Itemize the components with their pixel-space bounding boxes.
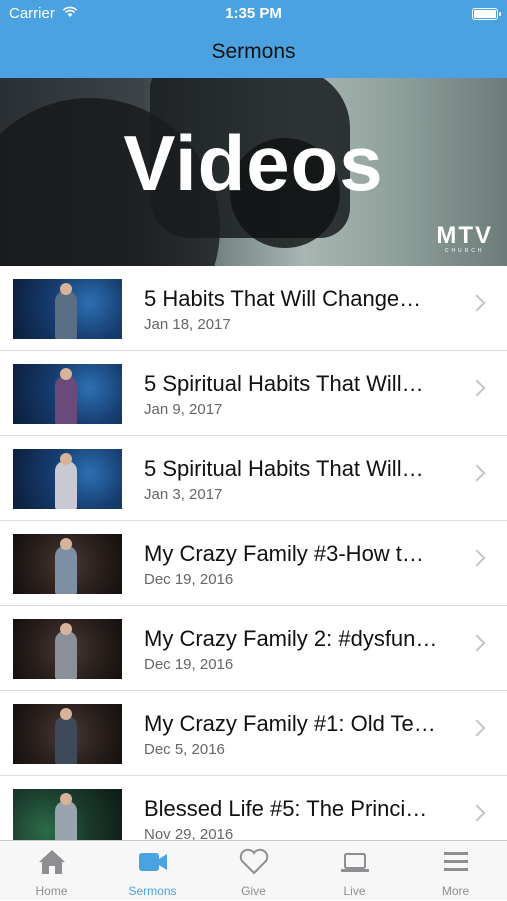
sermon-thumbnail (13, 279, 122, 339)
chevron-right-icon (468, 294, 486, 312)
sermon-list[interactable]: 5 Habits That Will Change… Jan 18, 2017 … (0, 266, 507, 840)
tab-label: Live (343, 884, 366, 898)
sermon-thumbnail (13, 789, 122, 840)
sermon-date: Jan 18, 2017 (144, 316, 231, 333)
sermon-date: Dec 5, 2016 (144, 741, 225, 758)
chevron-right-icon (468, 464, 486, 482)
tab-live[interactable]: Live (304, 841, 405, 901)
chevron-right-icon (468, 549, 486, 567)
sermon-row[interactable]: My Crazy Family #1: Old Te… Dec 5, 2016 (0, 691, 507, 776)
sermon-row[interactable]: 5 Spiritual Habits That Will… Jan 9, 201… (0, 351, 507, 436)
tab-label: Sermons (128, 884, 177, 898)
sermon-date: Nov 29, 2016 (144, 826, 234, 840)
church-logo: MTV CHURCH (436, 222, 493, 254)
page-title: Sermons (211, 40, 296, 63)
sermon-thumbnail (13, 619, 122, 679)
heart-icon (239, 848, 268, 875)
tab-give[interactable]: Give (203, 841, 304, 901)
video-camera-icon (138, 853, 167, 871)
navigation-bar: Sermons (0, 28, 507, 78)
chevron-right-icon (468, 379, 486, 397)
tab-home[interactable]: Home (1, 841, 102, 901)
sermon-date: Dec 19, 2016 (144, 571, 234, 588)
clock: 1:35 PM (225, 5, 282, 22)
sermon-title: 5 Habits That Will Change… (144, 286, 422, 311)
sermon-row[interactable]: 5 Spiritual Habits That Will… Jan 3, 201… (0, 436, 507, 521)
sermon-thumbnail (13, 364, 122, 424)
tab-label: Give (241, 884, 266, 898)
sermon-title: 5 Spiritual Habits That Will… (144, 371, 424, 396)
sermon-date: Jan 9, 2017 (144, 401, 223, 418)
status-bar: Carrier 1:35 PM (0, 0, 507, 28)
chevron-right-icon (468, 719, 486, 737)
videos-banner: Videos MTV CHURCH (0, 78, 507, 266)
sermon-title: 5 Spiritual Habits That Will… (144, 456, 424, 481)
sermon-title: Blessed Life #5: The Princi… (144, 796, 428, 821)
tab-sermons[interactable]: Sermons (102, 841, 203, 901)
tab-label: Home (35, 884, 68, 898)
sermon-row[interactable]: My Crazy Family 2: #dysfun… Dec 19, 2016 (0, 606, 507, 691)
tab-label: More (441, 884, 470, 898)
tab-more[interactable]: More (405, 841, 506, 901)
menu-icon (443, 852, 468, 871)
battery-icon (472, 8, 501, 20)
sermon-title: My Crazy Family #3-How t… (144, 541, 424, 566)
sermon-row[interactable]: Blessed Life #5: The Princi… Nov 29, 201… (0, 776, 507, 840)
sermon-row[interactable]: My Crazy Family #3-How t… Dec 19, 2016 (0, 521, 507, 606)
home-icon (38, 850, 65, 874)
chevron-right-icon (468, 804, 486, 822)
sermon-row[interactable]: 5 Habits That Will Change… Jan 18, 2017 (0, 266, 507, 351)
chevron-right-icon (468, 634, 486, 652)
sermon-thumbnail (13, 449, 122, 509)
laptop-icon (340, 853, 369, 872)
sermon-thumbnail (13, 534, 122, 594)
sermon-thumbnail (13, 704, 122, 764)
sermon-date: Dec 19, 2016 (144, 656, 234, 673)
banner-title: Videos (123, 119, 384, 207)
sermon-date: Jan 3, 2017 (144, 486, 223, 503)
sermon-title: My Crazy Family #1: Old Te… (144, 711, 436, 736)
sermon-title: My Crazy Family 2: #dysfun… (144, 626, 438, 651)
tab-bar: Home Sermons Give Live More (0, 840, 507, 900)
